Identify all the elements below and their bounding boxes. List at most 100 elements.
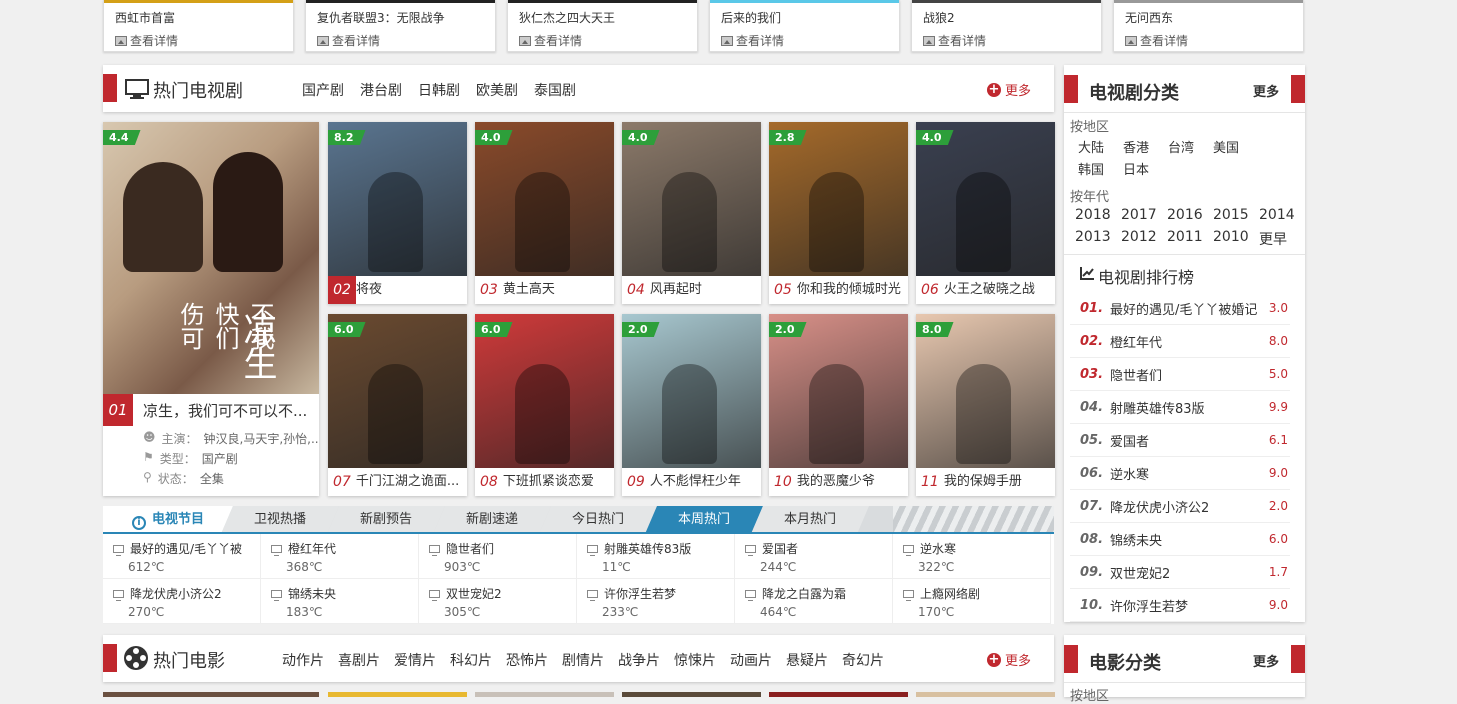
top-movie-card[interactable]: 西虹市首富 查看详情 bbox=[103, 0, 294, 52]
show-card[interactable]: 6.0 08 下班抓紧谈恋爱 bbox=[475, 314, 614, 496]
tab-item[interactable]: 本月热门 bbox=[751, 506, 869, 534]
year-link[interactable]: 2017 bbox=[1121, 207, 1167, 229]
show-title[interactable]: 千门江湖之诡面... bbox=[356, 468, 459, 496]
show-title[interactable]: 我的恶魔少爷 bbox=[797, 468, 875, 496]
tab-item[interactable]: 新剧速递 bbox=[433, 506, 551, 534]
movie-category-link[interactable]: 科幻片 bbox=[450, 650, 492, 670]
details-link[interactable]: 查看详情 bbox=[317, 32, 380, 49]
rank-item[interactable]: 09. 双世宠妃2 1.7 bbox=[1070, 556, 1290, 589]
show-card[interactable]: 2.0 10 我的恶魔少爷 bbox=[769, 314, 908, 496]
year-link[interactable]: 2014 bbox=[1259, 207, 1305, 229]
show-card[interactable]: 6.0 07 千门江湖之诡面... bbox=[328, 314, 467, 496]
details-link[interactable]: 查看详情 bbox=[721, 32, 784, 49]
movie-category-link[interactable]: 剧情片 bbox=[562, 650, 604, 670]
hot-program-item[interactable]: 最好的遇见/毛丫丫被 612℃ bbox=[103, 534, 261, 579]
movie-title[interactable]: 战狼2 bbox=[923, 9, 955, 26]
show-card[interactable]: 8.0 11 我的保姆手册 bbox=[916, 314, 1055, 496]
show-title[interactable]: 下班抓紧谈恋爱 bbox=[503, 468, 594, 496]
rank-item[interactable]: 03. 隐世者们 5.0 bbox=[1070, 358, 1290, 391]
details-link[interactable]: 查看详情 bbox=[115, 32, 178, 49]
sidebar-more-link[interactable]: 更多 bbox=[1253, 651, 1279, 670]
tv-category-link[interactable]: 欧美剧 bbox=[476, 80, 518, 100]
hot-program-item[interactable]: 射雕英雄传83版 11℃ bbox=[577, 534, 735, 579]
tv-category-link[interactable]: 泰国剧 bbox=[534, 80, 576, 100]
top-movie-card[interactable]: 狄仁杰之四大天王 查看详情 bbox=[507, 0, 698, 52]
hot-program-item[interactable]: 锦绣未央 183℃ bbox=[261, 579, 419, 624]
show-title[interactable]: 火王之破晓之战 bbox=[944, 276, 1035, 304]
show-card[interactable]: 2.0 09 人不彪悍枉少年 bbox=[622, 314, 761, 496]
sidebar-more-link[interactable]: 更多 bbox=[1253, 81, 1279, 100]
hot-program-item[interactable]: 隐世者们 903℃ bbox=[419, 534, 577, 579]
movie-category-link[interactable]: 动作片 bbox=[282, 650, 324, 670]
rank-item[interactable]: 02. 橙红年代 8.0 bbox=[1070, 325, 1290, 358]
tv-category-link[interactable]: 国产剧 bbox=[302, 80, 344, 100]
show-card[interactable]: 4.0 06 火王之破晓之战 bbox=[916, 122, 1055, 304]
movie-category-link[interactable]: 悬疑片 bbox=[786, 650, 828, 670]
rank-item[interactable]: 04. 射雕英雄传83版 9.9 bbox=[1070, 391, 1290, 424]
top-movie-card[interactable]: 战狼2 查看详情 bbox=[911, 0, 1102, 52]
year-link[interactable]: 2012 bbox=[1121, 229, 1167, 251]
movie-category-link[interactable]: 喜剧片 bbox=[338, 650, 380, 670]
region-link[interactable]: 日本 bbox=[1123, 159, 1168, 181]
hot-program-item[interactable]: 降龙之白露为霜 464℃ bbox=[735, 579, 893, 624]
tab-item[interactable]: 本周热门 bbox=[645, 506, 763, 534]
rank-item[interactable]: 07. 降龙伏虎小济公2 2.0 bbox=[1070, 490, 1290, 523]
hot-program-item[interactable]: 双世宠妃2 305℃ bbox=[419, 579, 577, 624]
top-movie-card[interactable]: 复仇者联盟3：无限战争 查看详情 bbox=[305, 0, 496, 52]
hot-program-item[interactable]: 许你浮生若梦 233℃ bbox=[577, 579, 735, 624]
rank-item[interactable]: 10. 许你浮生若梦 9.0 bbox=[1070, 589, 1290, 622]
show-title[interactable]: 人不彪悍枉少年 bbox=[650, 468, 741, 496]
hot-program-item[interactable]: 逆水寒 322℃ bbox=[893, 534, 1051, 579]
region-link[interactable]: 美国 bbox=[1213, 137, 1258, 159]
region-link[interactable]: 台湾 bbox=[1168, 137, 1213, 159]
movie-category-link[interactable]: 恐怖片 bbox=[506, 650, 548, 670]
show-title[interactable]: 凉生，我们可不可以不... bbox=[143, 400, 307, 421]
year-link[interactable]: 2013 bbox=[1075, 229, 1121, 251]
show-title[interactable]: 我的保姆手册 bbox=[944, 468, 1022, 496]
movie-title[interactable]: 后来的我们 bbox=[721, 9, 781, 26]
movie-category-link[interactable]: 战争片 bbox=[618, 650, 660, 670]
tab-item[interactable]: 今日热门 bbox=[539, 506, 657, 534]
rank-item[interactable]: 01. 最好的遇见/毛丫丫被婚记 3.0 bbox=[1070, 292, 1290, 325]
details-link[interactable]: 查看详情 bbox=[923, 32, 986, 49]
movie-title[interactable]: 西虹市首富 bbox=[115, 9, 175, 26]
top-movie-card[interactable]: 后来的我们 查看详情 bbox=[709, 0, 900, 52]
movie-title[interactable]: 无问西东 bbox=[1125, 9, 1173, 26]
year-link[interactable]: 2010 bbox=[1213, 229, 1259, 251]
movie-category-link[interactable]: 爱情片 bbox=[394, 650, 436, 670]
hot-program-item[interactable]: 上瘾网络剧 170℃ bbox=[893, 579, 1051, 624]
movie-category-link[interactable]: 动画片 bbox=[730, 650, 772, 670]
hot-program-item[interactable]: 降龙伏虎小济公2 270℃ bbox=[103, 579, 261, 624]
tv-more-link[interactable]: + 更多 bbox=[987, 80, 1031, 99]
details-link[interactable]: 查看详情 bbox=[1125, 32, 1188, 49]
rank-item[interactable]: 05. 爱国者 6.1 bbox=[1070, 424, 1290, 457]
tab-item[interactable]: 卫视热播 bbox=[221, 506, 339, 534]
tv-category-link[interactable]: 港台剧 bbox=[360, 80, 402, 100]
show-card[interactable]: 4.0 04 风再起时 bbox=[622, 122, 761, 304]
show-title[interactable]: 将夜 bbox=[356, 276, 382, 304]
movie-more-link[interactable]: + 更多 bbox=[987, 650, 1031, 669]
year-link[interactable]: 2011 bbox=[1167, 229, 1213, 251]
show-title[interactable]: 你和我的倾城时光 bbox=[797, 276, 901, 304]
movie-title[interactable]: 狄仁杰之四大天王 bbox=[519, 9, 615, 26]
show-card[interactable]: 8.2 02 将夜 bbox=[328, 122, 467, 304]
movie-category-link[interactable]: 奇幻片 bbox=[842, 650, 884, 670]
region-link[interactable]: 香港 bbox=[1123, 137, 1168, 159]
show-card[interactable]: 2.8 05 你和我的倾城时光 bbox=[769, 122, 908, 304]
year-link[interactable]: 2016 bbox=[1167, 207, 1213, 229]
region-link[interactable]: 大陆 bbox=[1078, 137, 1123, 159]
featured-show-card[interactable]: 不我 快们 伤可 凉生 4.4 01 凉生，我们可不可以不... ☻ 主演： 钟汉良… bbox=[103, 122, 319, 496]
year-link[interactable]: 2015 bbox=[1213, 207, 1259, 229]
rank-item[interactable]: 06. 逆水寒 9.0 bbox=[1070, 457, 1290, 490]
tab-item[interactable]: 新剧预告 bbox=[327, 506, 445, 534]
show-title[interactable]: 风再起时 bbox=[650, 276, 702, 304]
tv-category-link[interactable]: 日韩剧 bbox=[418, 80, 460, 100]
hot-program-item[interactable]: 橙红年代 368℃ bbox=[261, 534, 419, 579]
details-link[interactable]: 查看详情 bbox=[519, 32, 582, 49]
rank-item[interactable]: 08. 锦绣未央 6.0 bbox=[1070, 523, 1290, 556]
show-card[interactable]: 4.0 03 黄土高天 bbox=[475, 122, 614, 304]
year-link[interactable]: 2018 bbox=[1075, 207, 1121, 229]
show-title[interactable]: 黄土高天 bbox=[503, 276, 555, 304]
year-link[interactable]: 更早 bbox=[1259, 229, 1305, 251]
movie-title[interactable]: 复仇者联盟3：无限战争 bbox=[317, 9, 445, 26]
